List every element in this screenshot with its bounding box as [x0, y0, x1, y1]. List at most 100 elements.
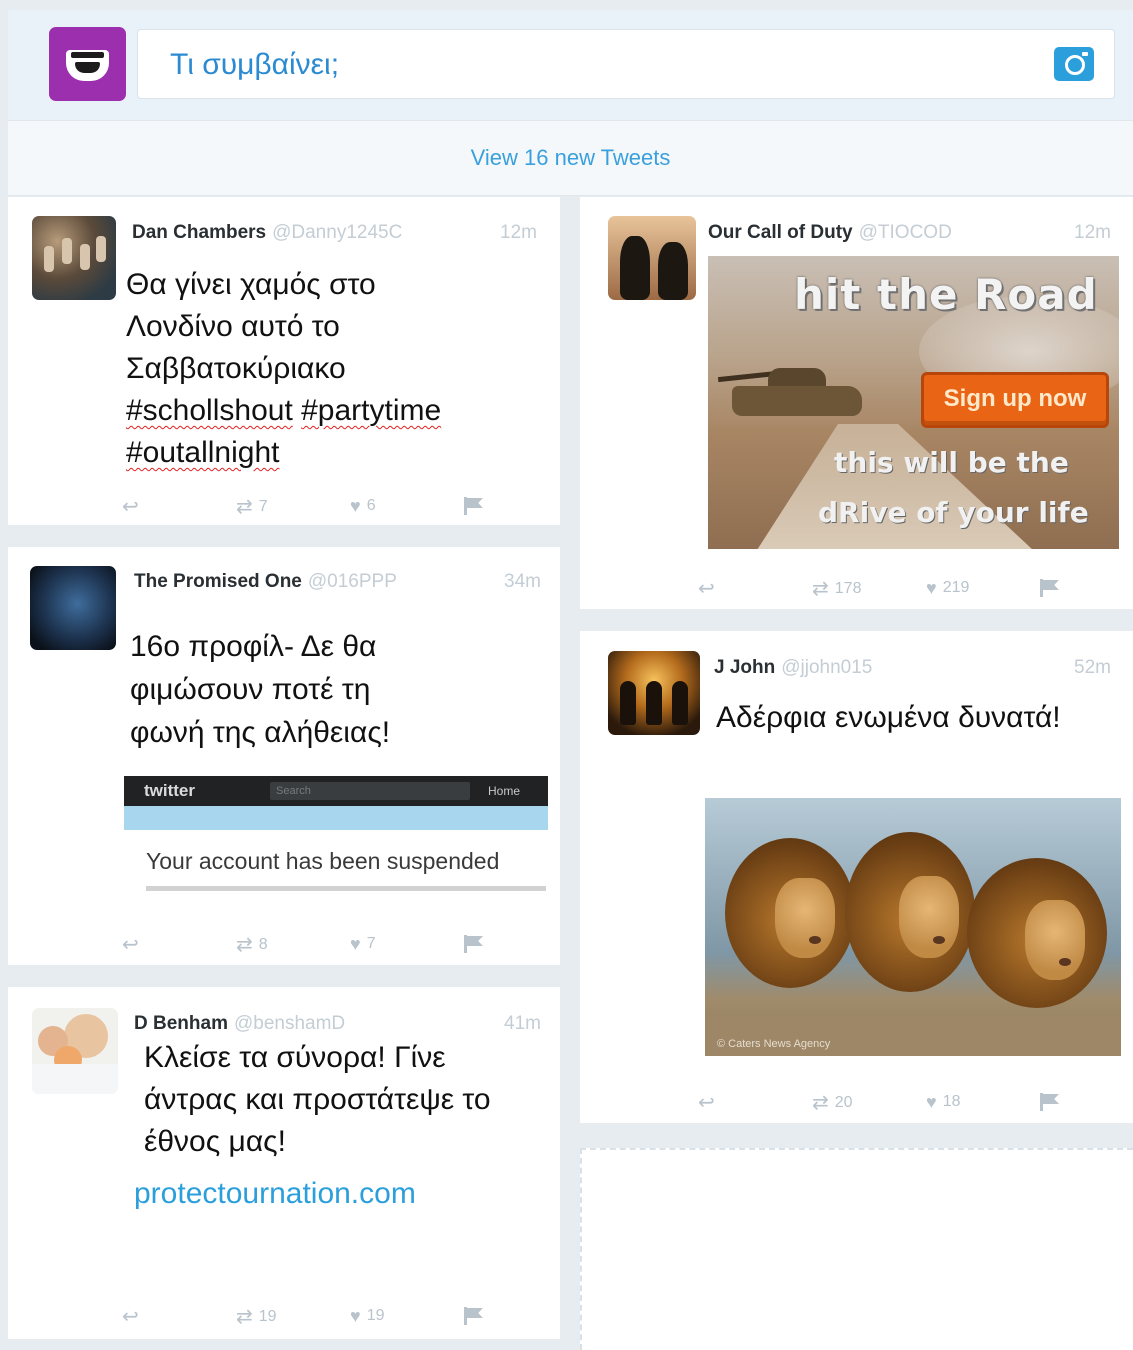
avatar[interactable]: [608, 216, 696, 300]
reply-button[interactable]: ↩: [698, 579, 715, 599]
tweet-card[interactable]: J John @jjohn015 52m Αδέρφια ενωμένα δυνα…: [580, 631, 1133, 1123]
user-handle[interactable]: @016PPP: [308, 571, 397, 592]
retweet-icon: ⇄: [236, 1306, 253, 1328]
suspended-screenshot-image[interactable]: twitter Search Home Your account has bee…: [124, 776, 548, 900]
tweet-card[interactable]: The Promised One @016PPP 34m 16ο προφίλ- …: [8, 547, 560, 965]
user-name[interactable]: The Promised One: [134, 571, 302, 592]
sign-up-button[interactable]: Sign up now: [921, 372, 1109, 428]
home-link: Home: [488, 784, 521, 798]
like-count: 18: [942, 1093, 961, 1110]
retweet-count: 178: [834, 580, 862, 597]
more-button[interactable]: [462, 1307, 484, 1325]
like-count: 6: [366, 497, 376, 514]
timestamp[interactable]: 34m: [504, 571, 541, 593]
retweet-icon: ⇄: [812, 578, 829, 600]
tweet-card[interactable]: Dan Chambers @Danny1245C 12m Θα γίνει χαμ…: [8, 197, 560, 525]
tweet-actions: ↩ ⇄ 19 ♥ 19: [122, 1307, 522, 1331]
retweet-button[interactable]: ⇄ 178: [812, 579, 861, 599]
heart-icon: ♥: [926, 1092, 937, 1112]
timestamp[interactable]: 12m: [500, 222, 537, 244]
heart-icon: ♥: [350, 934, 361, 954]
reply-icon: ↩: [122, 934, 139, 956]
more-button[interactable]: [1038, 579, 1060, 597]
reply-icon: ↩: [122, 496, 139, 518]
empty-placeholder-card: [580, 1148, 1133, 1350]
ad-image[interactable]: hit the Road Sign up now this will be th…: [708, 256, 1119, 549]
lions-image[interactable]: © Caters News Agency: [705, 798, 1121, 1056]
like-count: 219: [942, 579, 970, 596]
user-handle[interactable]: @Danny1245C: [272, 222, 402, 243]
timestamp[interactable]: 12m: [1074, 222, 1111, 244]
tweet-actions: ↩ ⇄ 20 ♥ 18: [698, 1093, 1098, 1117]
ad-tagline: this will be the: [834, 446, 1069, 479]
reply-button[interactable]: ↩: [122, 935, 139, 955]
user-name[interactable]: Our Call of Duty: [708, 222, 853, 243]
like-button[interactable]: ♥ 6: [350, 497, 376, 515]
retweet-button[interactable]: ⇄ 7: [236, 497, 268, 517]
more-button[interactable]: [462, 935, 484, 953]
reply-icon: ↩: [698, 578, 715, 600]
compose-placeholder: Τι συμβαίνει;: [170, 48, 340, 81]
search-box: Search: [270, 782, 470, 800]
tweet-card[interactable]: Our Call of Duty @TIOCOD 12m hit the Road…: [580, 197, 1133, 609]
tweet-card[interactable]: D Benham @benshamD 41m Κλείσε τα σύνορα! …: [8, 987, 560, 1339]
avatar[interactable]: [30, 566, 116, 650]
user-name[interactable]: Dan Chambers: [132, 222, 266, 243]
hashtag[interactable]: #partytime: [301, 394, 441, 427]
like-button[interactable]: ♥ 219: [926, 579, 969, 597]
reply-button[interactable]: ↩: [122, 497, 139, 517]
tweet-header: Dan Chambers @Danny1245C: [132, 222, 402, 244]
reply-button[interactable]: ↩: [698, 1093, 715, 1113]
tweet-actions: ↩ ⇄ 8 ♥ 7: [122, 935, 522, 959]
tweet-link[interactable]: protectournation.com: [134, 1177, 416, 1211]
avatar[interactable]: [608, 651, 700, 735]
compose-input[interactable]: Τι συμβαίνει;: [137, 29, 1115, 99]
flag-icon: [462, 497, 484, 515]
more-button[interactable]: [1038, 1093, 1060, 1111]
tweet-header: D Benham @benshamD: [134, 1013, 345, 1035]
hashtag[interactable]: #outallnight: [126, 436, 279, 469]
ad-tagline: dRive of your life: [818, 496, 1089, 529]
reply-button[interactable]: ↩: [122, 1307, 139, 1327]
user-handle[interactable]: @benshamD: [234, 1013, 345, 1034]
tweet-header: Our Call of Duty @TIOCOD: [708, 222, 952, 244]
flag-icon: [1038, 579, 1060, 597]
user-handle[interactable]: @TIOCOD: [859, 222, 952, 243]
more-button[interactable]: [462, 497, 484, 515]
avatar[interactable]: [32, 1008, 118, 1094]
timestamp[interactable]: 41m: [504, 1013, 541, 1035]
like-count: 19: [366, 1307, 385, 1324]
avatar[interactable]: [32, 216, 116, 300]
retweet-count: 20: [834, 1094, 853, 1111]
timestamp[interactable]: 52m: [1074, 657, 1111, 679]
retweet-button[interactable]: ⇄ 8: [236, 935, 268, 955]
user-name[interactable]: D Benham: [134, 1013, 228, 1034]
retweet-count: 7: [258, 498, 268, 515]
tank-image: [717, 360, 862, 422]
tweet-text: Κλείσε τα σύνορα! Γίνε άντρας και προστά…: [144, 1041, 491, 1158]
camera-icon[interactable]: [1054, 47, 1094, 81]
flag-icon: [462, 935, 484, 953]
new-tweets-link[interactable]: View 16 new Tweets: [471, 145, 671, 171]
heart-icon: ♥: [926, 578, 937, 598]
reply-icon: ↩: [698, 1092, 715, 1114]
new-tweets-bar[interactable]: View 16 new Tweets: [8, 120, 1133, 196]
ad-headline: hit the Road: [794, 270, 1098, 319]
like-button[interactable]: ♥ 19: [350, 1307, 384, 1325]
like-count: 7: [366, 935, 376, 952]
masked-face-icon[interactable]: [49, 27, 126, 101]
image-credit: © Caters News Agency: [717, 1038, 831, 1050]
retweet-button[interactable]: ⇄ 20: [812, 1093, 853, 1113]
retweet-count: 19: [258, 1308, 277, 1325]
like-button[interactable]: ♥ 18: [926, 1093, 960, 1111]
tweet-actions: ↩ ⇄ 7 ♥ 6: [122, 497, 522, 521]
like-button[interactable]: ♥ 7: [350, 935, 376, 953]
heart-icon: ♥: [350, 496, 361, 516]
user-name[interactable]: J John: [714, 657, 775, 678]
retweet-button[interactable]: ⇄ 19: [236, 1307, 277, 1327]
tweet-header: The Promised One @016PPP: [134, 571, 397, 593]
tweet-text: Θα γίνει χαμός στο Λονδίνο αυτό το Σαββα…: [126, 268, 442, 469]
hashtag[interactable]: #schollshout: [126, 394, 293, 427]
retweet-count: 8: [258, 936, 268, 953]
user-handle[interactable]: @jjohn015: [781, 657, 872, 678]
